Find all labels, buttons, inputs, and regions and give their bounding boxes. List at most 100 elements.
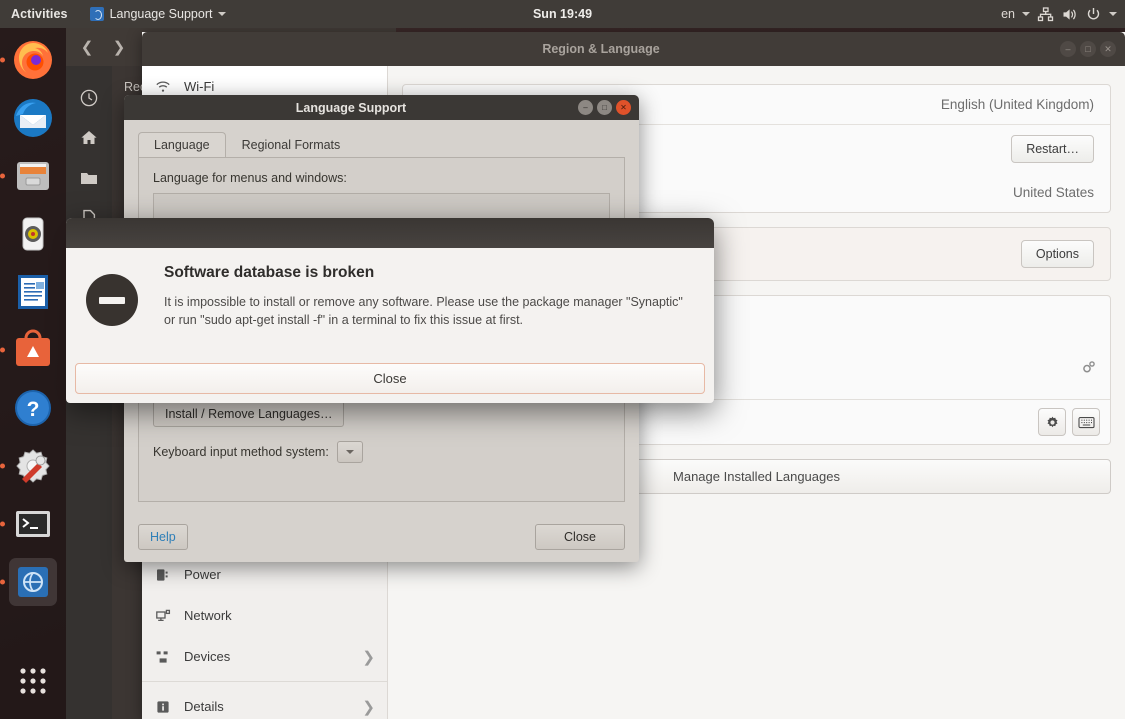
language-support-titlebar[interactable]: Language Support – □ ✕ [124,95,639,120]
keyboard-icon[interactable] [1072,408,1100,436]
terminal-icon [16,511,50,537]
gear-icon[interactable] [1038,408,1066,436]
menus-windows-label: Language for menus and windows: [153,171,347,185]
error-dialog-close-button[interactable]: Close [75,363,705,394]
dock-item-thunderbird[interactable] [9,94,57,142]
maximize-icon[interactable]: □ [597,100,612,115]
caret-down-icon [1022,12,1030,16]
close-icon[interactable]: ✕ [1100,41,1116,57]
power-plug-icon [154,567,172,583]
firefox-icon [14,41,52,79]
dock-item-terminal[interactable] [9,500,57,548]
maximize-icon[interactable]: □ [1080,41,1096,57]
window-controls[interactable]: – □ ✕ [1060,41,1125,57]
help-button[interactable]: Help [138,524,188,550]
tab-language[interactable]: Language [138,132,226,157]
chevron-right-icon: ❯ [362,648,375,666]
restart-button[interactable]: Restart… [1011,135,1094,163]
sidebar-item-label: Wi-Fi [184,79,215,94]
rhythmbox-icon [22,217,44,251]
sidebar-item-details[interactable]: Details ❯ [142,686,387,719]
app-menu-button[interactable]: Language Support [89,7,227,21]
sidebar-item-devices[interactable]: Devices ❯ [142,636,387,677]
libreoffice-writer-icon [18,275,48,309]
input-method-row: Keyboard input method system: [153,441,610,463]
caret-down-icon [218,12,227,16]
sidebar-divider [142,681,387,682]
network-wired-icon[interactable] [1037,6,1054,23]
power-icon[interactable] [1085,6,1102,23]
language-row-value: English (United Kingdom) [940,97,1094,112]
language-support-tabs: Language Regional Formats [138,130,625,157]
svg-text:?: ? [27,398,40,421]
error-icon-wrap [86,264,164,329]
keyboard-layout-indicator[interactable]: en [1001,7,1015,21]
dock-item-help[interactable]: ? [9,384,57,432]
dock-item-rhythmbox[interactable] [9,210,57,258]
tab-regional-formats[interactable]: Regional Formats [226,132,357,157]
ubuntu-dock: ? [0,28,66,719]
error-dialog-footer: Close [66,355,714,403]
error-dialog-header[interactable] [66,218,714,248]
sidebar-item-label: Devices [184,649,231,664]
language-support-icon [89,7,104,21]
caret-down-icon [1109,12,1117,16]
language-support-app-icon [18,567,48,597]
dock-item-firefox[interactable] [9,36,57,84]
error-dialog-message: It is impossible to install or remove an… [164,295,683,328]
sidebar-item-network[interactable]: Network [142,595,387,636]
input-method-dropdown[interactable] [336,441,363,463]
language-support-title: Language Support [295,100,407,115]
thunderbird-icon [14,99,52,137]
app-menu-label: Language Support [109,7,213,21]
dock-item-libreoffice-writer[interactable] [9,268,57,316]
details-info-icon [154,699,172,715]
input-method-label: Keyboard input method system: [153,445,329,459]
network-icon [154,608,172,624]
sidebar-item-label: Network [184,608,232,623]
settings-icon [16,449,50,483]
error-dialog: Software database is broken It is imposs… [66,218,714,403]
error-dialog-title: Software database is broken [164,264,375,281]
system-tray[interactable]: en [1001,6,1117,23]
minus-bar [99,296,125,304]
dock-item-settings[interactable] [9,442,57,490]
documents-folder-icon[interactable] [66,158,112,198]
options-button[interactable]: Options [1020,240,1094,268]
devices-icon [154,649,172,665]
sidebar-item-label: Power [184,567,221,582]
install-remove-languages-button[interactable]: Install / Remove Languages… [153,401,345,427]
dock-item-language-support[interactable] [9,558,57,606]
wifi-icon [154,79,172,95]
ubuntu-software-icon [16,329,50,366]
input-sources-actions [1038,408,1100,436]
chevron-right-icon: ❯ [362,698,375,716]
language-support-footer: Help Close [138,524,625,550]
formats-row-value: United States [1012,185,1094,200]
close-icon[interactable]: ✕ [616,100,631,115]
chevron-right-icon[interactable]: ❯ [104,34,134,60]
settings-gear-small-icon[interactable] [1081,360,1096,375]
dock-item-ubuntu-software[interactable] [9,326,57,374]
show-applications-button[interactable] [9,657,57,705]
files-icon [17,162,49,190]
close-button[interactable]: Close [535,524,625,550]
volume-icon[interactable] [1061,6,1078,23]
chevron-down-icon [345,450,354,454]
minimize-icon[interactable]: – [1060,41,1076,57]
home-icon[interactable] [66,118,112,158]
activities-button[interactable]: Activities [11,7,68,21]
chevron-left-icon[interactable]: ❮ [72,34,102,60]
sidebar-item-label: Details [184,699,224,714]
app-grid-icon [20,668,46,694]
dock-item-files[interactable] [9,152,57,200]
window-controls[interactable]: – □ ✕ [578,100,639,115]
minimize-icon[interactable]: – [578,100,593,115]
help-icon: ? [15,390,51,426]
error-minus-circle-icon [86,274,138,326]
gnome-top-bar: Activities Language Support Sun 19:49 en [0,0,1125,28]
region-language-titlebar[interactable]: Region & Language – □ ✕ [142,32,1125,66]
recent-clock-icon[interactable] [66,78,112,118]
region-language-title: Region & Language [542,42,660,56]
desktop-screen: Activities Language Support Sun 19:49 en [0,0,1125,719]
